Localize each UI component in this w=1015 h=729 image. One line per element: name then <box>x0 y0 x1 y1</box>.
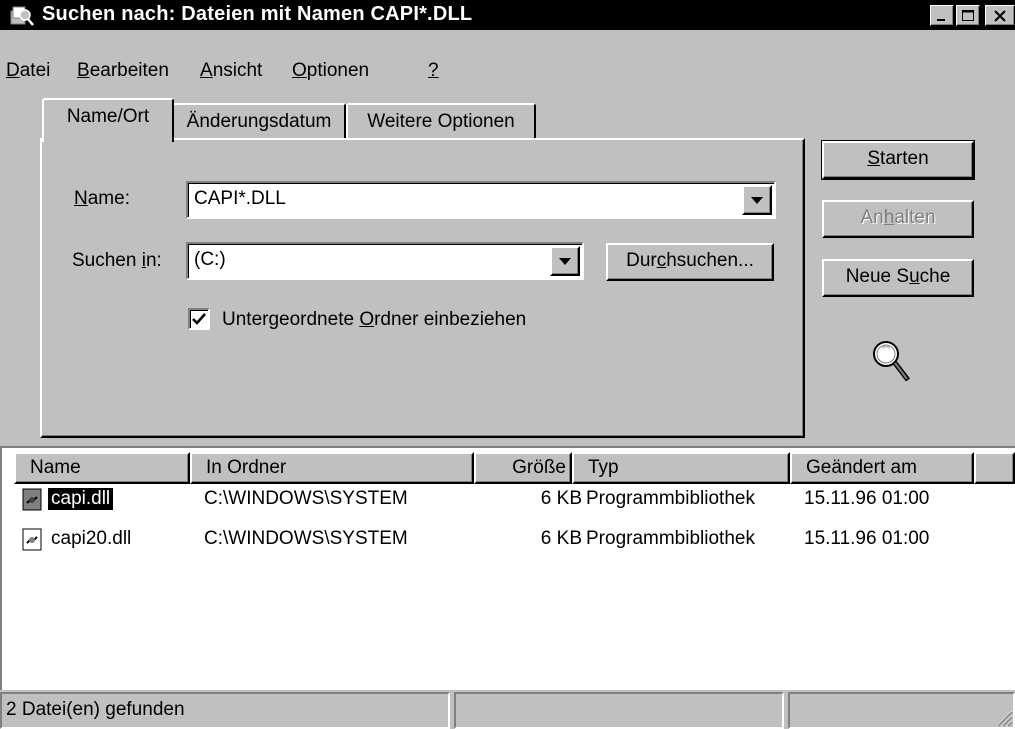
column-header-filler <box>974 452 1015 484</box>
name-label: Name: <box>74 188 130 210</box>
stop-button[interactable]: Anhalten <box>822 200 974 238</box>
column-header-type-label: Typ <box>588 457 619 478</box>
size-grip-icon[interactable] <box>993 707 1013 727</box>
file-size-cell: 6 KB <box>540 528 582 549</box>
maximize-button[interactable] <box>956 5 980 26</box>
column-header-size[interactable]: Größe <box>474 452 572 484</box>
stop-label-post: alten <box>894 207 936 228</box>
lookin-label: Suchen in: <box>72 250 162 272</box>
subfolders-label[interactable]: Untergeordnete Ordner einbeziehen <box>222 309 526 331</box>
table-row[interactable]: capi20.dll C:\WINDOWS\SYSTEM 6 KB Progra… <box>22 526 1012 554</box>
menu-bearbeiten[interactable]: Bearbeiten <box>77 60 169 82</box>
chevron-down-icon <box>751 196 763 204</box>
tab-weitere-optionen-label: Weitere Optionen <box>367 111 515 132</box>
menu-bearbeiten-mnemonic: B <box>77 60 90 81</box>
browse-label-mnemonic: c <box>656 250 667 271</box>
subfolders-label-post: rdner einbeziehen <box>374 309 527 330</box>
name-combobox[interactable]: CAPI*.DLL <box>186 181 776 219</box>
stop-label-mnemonic: h <box>883 207 895 228</box>
column-header-modified[interactable]: Geändert am <box>790 452 974 484</box>
new-search-label-pre: Neue S <box>845 266 910 287</box>
menu-optionen-mnemonic: O <box>292 60 307 81</box>
status-text: 2 Datei(en) gefunden <box>6 699 185 720</box>
subfolders-label-pre: Untergeordnete <box>222 309 360 330</box>
magnifier-icon <box>873 341 910 382</box>
close-button[interactable] <box>985 5 1015 26</box>
lookin-dropdown-button[interactable] <box>550 246 580 276</box>
tab-name-ort[interactable]: Name/Ort <box>42 98 174 142</box>
lookin-combobox[interactable]: (C:) <box>186 242 584 280</box>
tab-name-ort-label: Name/Ort <box>66 106 150 127</box>
dll-file-icon <box>22 528 42 551</box>
name-dropdown-button[interactable] <box>742 185 772 215</box>
checkmark-icon <box>192 313 206 325</box>
menu-help[interactable]: ? <box>428 60 439 82</box>
stop-label-pre: An <box>860 207 884 228</box>
menu-bearbeiten-label: earbeiten <box>89 60 169 81</box>
start-label: tarten <box>880 148 929 169</box>
column-header-name-label: Name <box>30 457 81 478</box>
dll-file-icon <box>22 488 42 511</box>
lookin-label-post: n: <box>145 250 162 271</box>
subfolders-label-mnemonic: O <box>359 309 375 330</box>
browse-button[interactable]: Durchsuchen... <box>606 243 774 281</box>
menu-ansicht-mnemonic: A <box>200 60 213 81</box>
close-icon <box>994 10 1006 22</box>
name-label-text: ame: <box>87 188 130 209</box>
tab-aenderungsdatum[interactable]: Änderungsdatum <box>172 103 346 140</box>
name-label-mnemonic: N <box>74 188 88 209</box>
menu-ansicht[interactable]: Ansicht <box>200 60 262 82</box>
file-folder-cell: C:\WINDOWS\SYSTEM <box>204 488 408 509</box>
column-header-folder-label: In Ordner <box>206 457 287 478</box>
minimize-icon <box>937 19 945 21</box>
menu-bar <box>0 30 1015 60</box>
new-search-label-post: che <box>919 266 951 287</box>
lookin-label-pre: Suchen <box>72 250 142 271</box>
minimize-button[interactable] <box>930 5 954 26</box>
column-header-name[interactable]: Name <box>14 452 190 484</box>
column-header-folder[interactable]: In Ordner <box>190 452 474 484</box>
menu-ansicht-label: nsicht <box>212 60 263 81</box>
new-search-button[interactable]: Neue Suche <box>822 259 974 297</box>
table-row[interactable]: capi.dll C:\WINDOWS\SYSTEM 6 KB Programm… <box>22 486 1012 514</box>
browse-label-pre: Dur <box>626 250 657 271</box>
menu-datei-label: atei <box>19 60 51 81</box>
file-name-cell[interactable]: capi.dll <box>46 487 115 511</box>
column-header-modified-label: Geändert am <box>806 457 917 478</box>
tab-aenderungsdatum-label: Änderungsdatum <box>186 111 332 132</box>
menu-optionen[interactable]: Optionen <box>292 60 369 82</box>
menu-datei[interactable]: Datei <box>6 60 50 82</box>
maximize-icon <box>962 10 974 21</box>
lookin-input-value[interactable]: (C:) <box>194 249 226 271</box>
column-header-size-label: Größe <box>512 457 566 478</box>
file-folder-cell: C:\WINDOWS\SYSTEM <box>204 528 408 549</box>
tab-weitere-optionen[interactable]: Weitere Optionen <box>346 103 536 140</box>
window-title: Suchen nach: Dateien mit Namen CAPI*.DLL <box>42 3 473 25</box>
file-type-cell: Programmbibliothek <box>586 528 755 549</box>
status-found-count: 2 Datei(en) gefunden <box>0 692 450 729</box>
title-bar[interactable]: Suchen nach: Dateien mit Namen CAPI*.DLL <box>0 0 1015 30</box>
new-search-label-mnemonic: u <box>909 266 920 287</box>
file-modified-cell: 15.11.96 01:00 <box>804 488 930 509</box>
start-button[interactable]: Starten <box>821 140 975 180</box>
name-input-value[interactable]: CAPI*.DLL <box>194 188 286 210</box>
start-label-mnemonic: S <box>867 148 881 169</box>
find-icon <box>10 6 34 26</box>
menu-help-mnemonic: ? <box>428 60 439 81</box>
status-segment-3 <box>788 692 1015 729</box>
menu-datei-mnemonic: D <box>6 60 20 81</box>
menu-optionen-label: ptionen <box>306 60 370 81</box>
subfolders-checkbox[interactable] <box>188 308 210 330</box>
file-name-cell[interactable]: capi20.dll <box>51 528 131 550</box>
column-header-type[interactable]: Typ <box>572 452 790 484</box>
status-segment-2 <box>454 692 784 729</box>
file-modified-cell: 15.11.96 01:00 <box>804 528 930 549</box>
chevron-down-icon <box>559 257 571 265</box>
file-type-cell: Programmbibliothek <box>586 488 755 509</box>
file-size-cell: 6 KB <box>540 488 582 509</box>
browse-label-post: hsuchen... <box>666 250 754 271</box>
